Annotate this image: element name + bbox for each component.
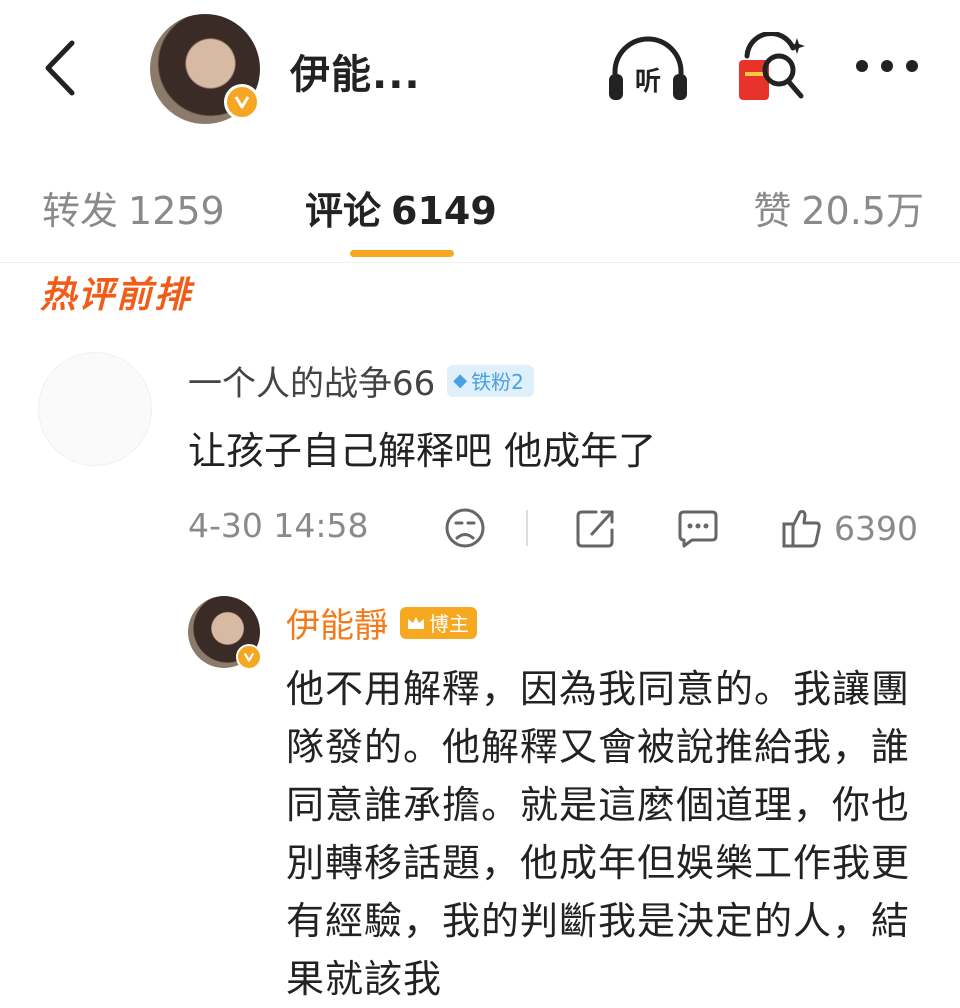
reply-button[interactable] bbox=[676, 506, 720, 550]
tab-comments[interactable]: 评论 6149 bbox=[305, 180, 497, 235]
comment-text: 让孩子自己解释吧 他成年了 bbox=[188, 429, 657, 473]
verified-icon bbox=[224, 84, 260, 120]
action-divider bbox=[526, 510, 528, 546]
commenter-avatar[interactable] bbox=[38, 352, 152, 466]
tab-repost-count: 1259 bbox=[128, 189, 225, 233]
reply-text: 他不用解釋，因為我同意的。我讓團隊發的。他解釋又會被說推給我，誰同意誰承擔。就是… bbox=[286, 667, 911, 1001]
active-tab-indicator bbox=[350, 250, 454, 257]
diamond-icon: ◆ bbox=[453, 370, 468, 391]
like-count: 6390 bbox=[834, 508, 918, 548]
reply-author-row: 伊能靜 博主 bbox=[286, 598, 477, 647]
back-button[interactable] bbox=[34, 36, 84, 100]
crown-icon bbox=[408, 616, 424, 629]
tab-bar: 转发 1259 评论 6149 赞 20.5万 bbox=[0, 134, 960, 263]
reply-avatar[interactable] bbox=[188, 596, 262, 670]
headphones-icon: 听 bbox=[609, 36, 687, 100]
tab-likes-label: 赞 bbox=[753, 189, 792, 233]
tab-comments-count: 6149 bbox=[391, 189, 497, 233]
share-icon bbox=[576, 510, 614, 548]
red-packet-search-icon bbox=[739, 30, 805, 100]
verified-icon bbox=[236, 644, 262, 670]
top-nav-bar: 伊能... 听 bbox=[0, 0, 960, 135]
author-badge: 博主 bbox=[400, 606, 477, 639]
commenter-row: 一个人的战争66 ◆ 铁粉2 bbox=[188, 356, 534, 405]
fan-badge[interactable]: ◆ 铁粉2 bbox=[447, 364, 534, 397]
profile-avatar[interactable] bbox=[150, 14, 260, 124]
thumbs-up-icon bbox=[782, 510, 821, 548]
like-button[interactable]: 6390 bbox=[780, 506, 918, 550]
comment-time: 4-30 14:58 bbox=[188, 506, 369, 545]
tab-repost[interactable]: 转发 1259 bbox=[42, 180, 225, 235]
share-button[interactable] bbox=[574, 506, 618, 550]
comment-actions: 4-30 14:58 6390 bbox=[188, 506, 928, 552]
dislike-button[interactable] bbox=[443, 506, 487, 550]
reply-author-name[interactable]: 伊能靜 bbox=[286, 598, 388, 647]
profile-name[interactable]: 伊能... bbox=[290, 42, 421, 100]
tab-repost-label: 转发 bbox=[42, 189, 119, 233]
red-packet-search-button[interactable] bbox=[733, 30, 809, 104]
listen-button[interactable]: 听 bbox=[605, 34, 691, 104]
author-badge-label: 博主 bbox=[429, 612, 469, 636]
tab-likes-count: 20.5万 bbox=[801, 189, 924, 233]
tab-comments-label: 评论 bbox=[305, 189, 382, 233]
tab-likes[interactable]: 赞 20.5万 bbox=[753, 180, 924, 235]
dislike-face-icon bbox=[445, 508, 485, 548]
hot-comments-label: 热评前排 bbox=[40, 275, 193, 316]
commenter-name[interactable]: 一个人的战争66 bbox=[188, 356, 435, 405]
fan-badge-label: 铁粉2 bbox=[471, 370, 524, 394]
more-icon bbox=[856, 60, 918, 72]
back-arrow-icon bbox=[45, 40, 75, 96]
comment-icon bbox=[678, 510, 718, 548]
more-button[interactable] bbox=[852, 44, 922, 88]
listen-label: 听 bbox=[635, 67, 661, 97]
